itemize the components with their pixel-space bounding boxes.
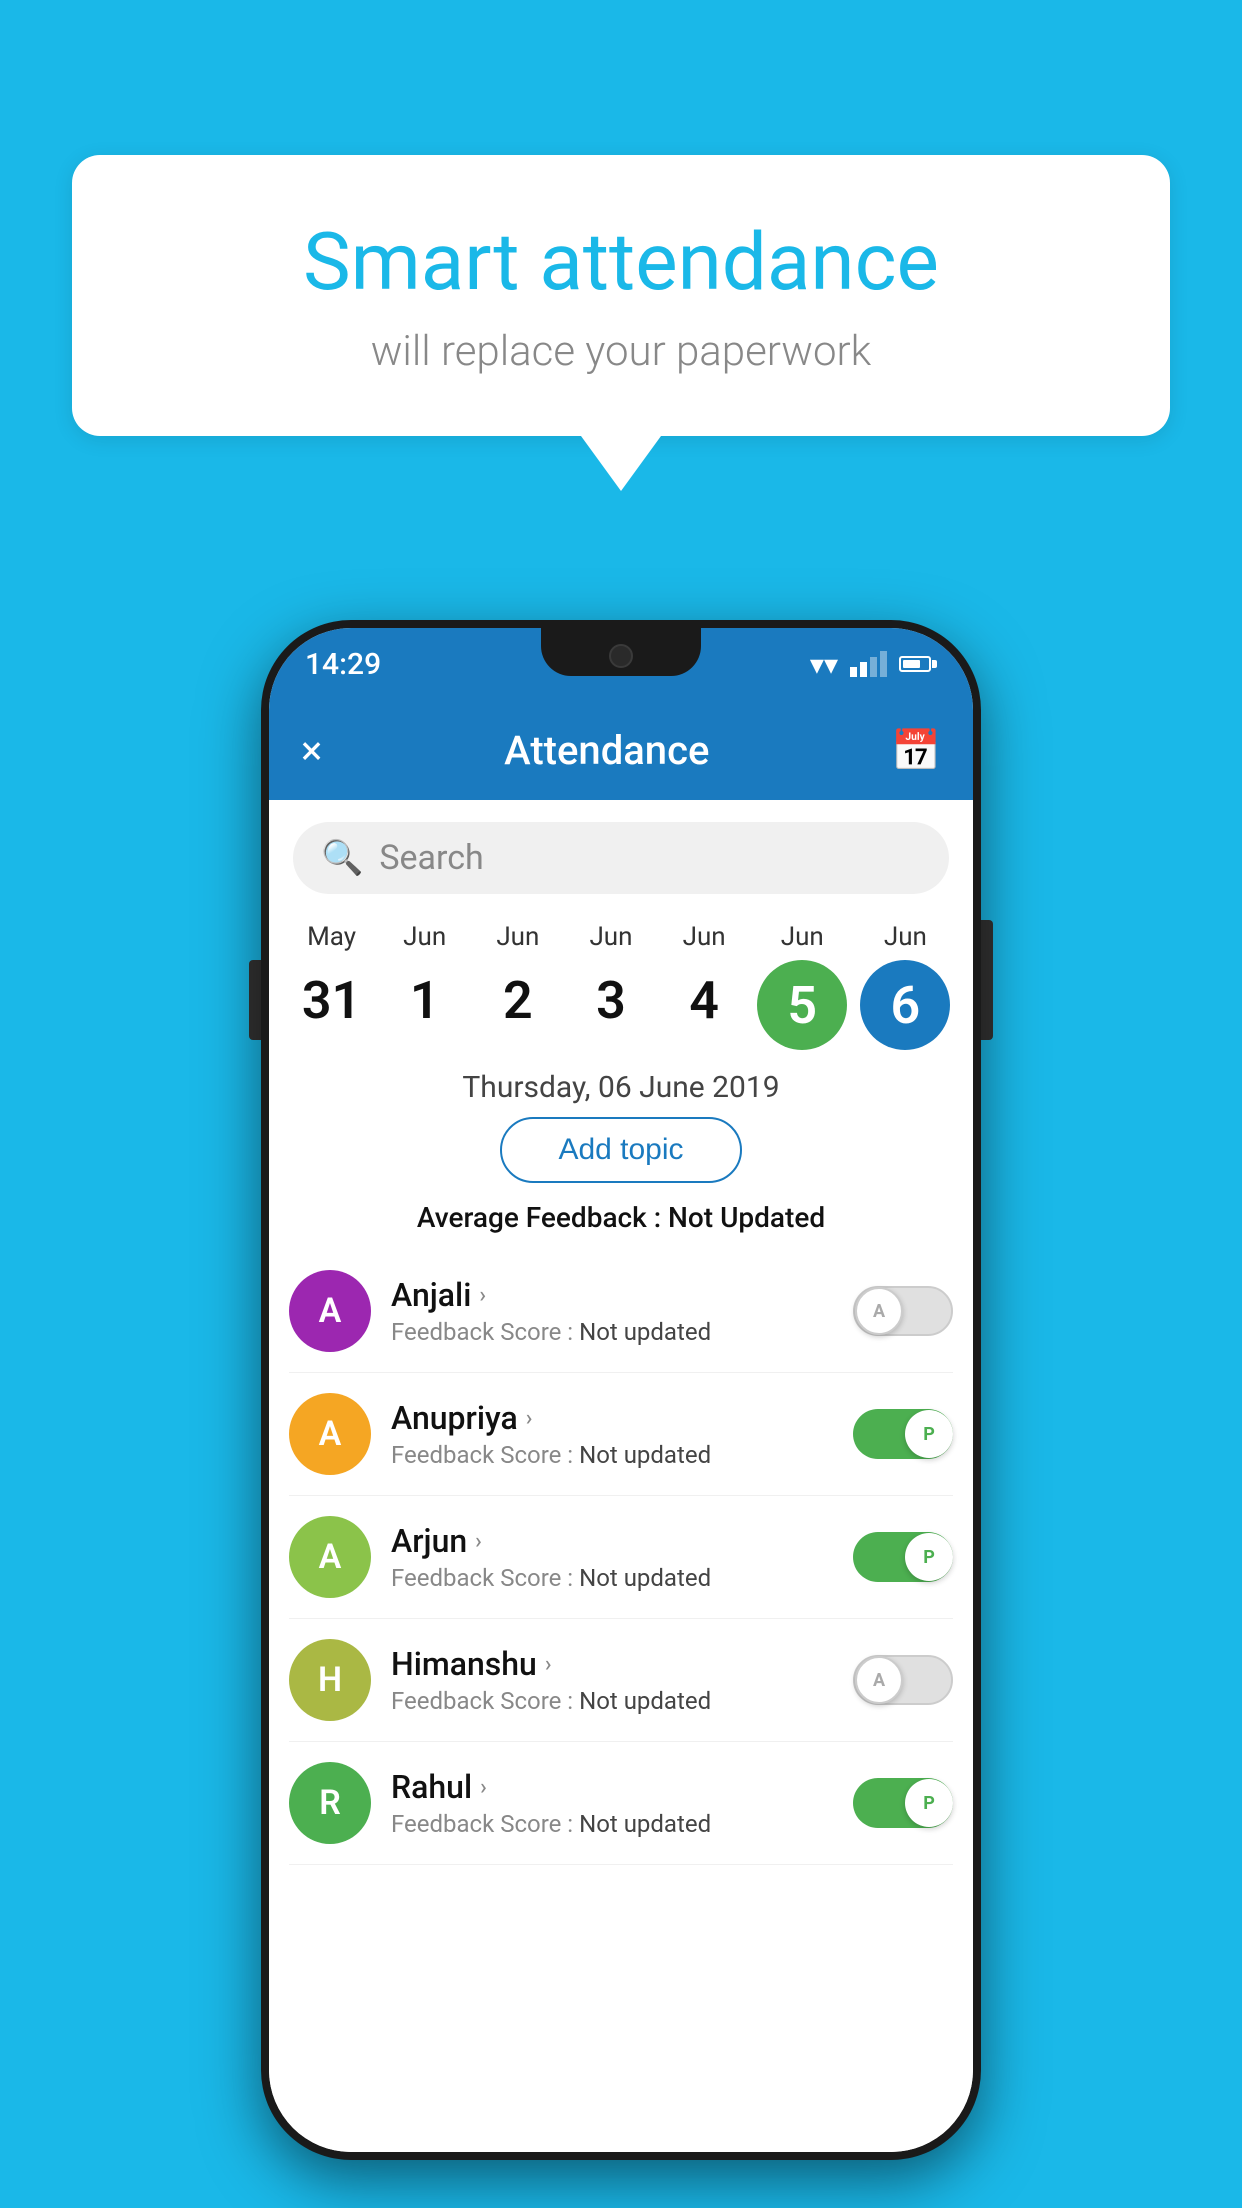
student-name: Anjali › — [391, 1276, 853, 1314]
calendar-icon[interactable]: 📅 — [891, 727, 941, 774]
student-feedback: Feedback Score : Not updated — [391, 1810, 853, 1838]
status-bar: 14:29 ▾▾ — [269, 628, 973, 700]
toggle-knob: P — [905, 1779, 953, 1827]
attendance-toggle[interactable]: A — [853, 1286, 953, 1336]
phone-container: 14:29 ▾▾ — [261, 620, 981, 2160]
student-item[interactable]: AAnjali ›Feedback Score : Not updatedA — [289, 1250, 953, 1373]
chevron-right-icon: › — [475, 1529, 482, 1554]
calendar-date-number: 31 — [292, 960, 372, 1040]
calendar-date-number: 6 — [860, 960, 950, 1050]
signal-icon — [850, 651, 887, 677]
calendar-month-label: Jun — [884, 922, 927, 952]
student-item[interactable]: R Rahul › Feedback Score : Not updated P — [289, 1742, 953, 1865]
speech-bubble-title: Smart attendance — [152, 215, 1090, 309]
calendar-day[interactable]: Jun 4 — [664, 922, 744, 1050]
add-topic-button[interactable]: Add topic — [500, 1117, 741, 1183]
calendar-month-label: Jun — [781, 922, 824, 952]
calendar-day[interactable]: Jun 2 — [478, 922, 558, 1050]
student-feedback: Feedback Score : Not updated — [391, 1318, 853, 1346]
student-info: Arjun › Feedback Score : Not updated — [391, 1522, 853, 1592]
notch — [541, 628, 701, 676]
student-name: Arjun › — [391, 1522, 853, 1560]
calendar-date-number: 5 — [757, 960, 847, 1050]
search-placeholder: Search — [379, 838, 483, 878]
app-bar-title: Attendance — [504, 727, 709, 774]
calendar-month-label: Jun — [403, 922, 446, 952]
phone-side-btn-left — [249, 960, 261, 1040]
app-content: 🔍 Search May 31 Jun 1 Jun 2 Jun 3 Jun 4 Jun 5 Jun 6 T… — [269, 800, 973, 2152]
student-feedback: Feedback Score : Not updated — [391, 1564, 853, 1592]
calendar-day[interactable]: Jun 3 — [571, 922, 651, 1050]
chevron-right-icon: › — [545, 1652, 552, 1677]
avg-feedback-label: Average Feedback : — [417, 1201, 661, 1234]
student-info: Himanshu › Feedback Score : Not updated — [391, 1645, 853, 1715]
notch-camera — [609, 644, 633, 668]
chevron-right-icon: › — [479, 1283, 486, 1308]
date-heading: Thursday, 06 June 2019 — [269, 1070, 973, 1105]
status-time: 14:29 — [305, 647, 381, 682]
toggle-knob: P — [905, 1533, 953, 1581]
calendar-day[interactable]: Jun 6 — [860, 922, 950, 1050]
battery-icon — [899, 656, 937, 672]
student-info: Anupriya › Feedback Score : Not updated — [391, 1399, 853, 1469]
phone-side-btn-right — [981, 920, 993, 1040]
speech-bubble-container: Smart attendance will replace your paper… — [72, 155, 1170, 491]
calendar-day[interactable]: Jun 1 — [385, 922, 465, 1050]
calendar-date-number: 1 — [385, 960, 465, 1040]
calendar-month-label: May — [307, 922, 356, 952]
toggle-knob: A — [855, 1287, 903, 1335]
calendar-date-number: 2 — [478, 960, 558, 1040]
phone-outer: 14:29 ▾▾ — [261, 620, 981, 2160]
calendar-day[interactable]: Jun 5 — [757, 922, 847, 1050]
calendar-date-number: 3 — [571, 960, 651, 1040]
student-item[interactable]: A Arjun › Feedback Score : Not updated P — [289, 1496, 953, 1619]
speech-bubble-arrow — [581, 436, 661, 491]
average-feedback: Average Feedback : Not Updated — [269, 1201, 973, 1234]
chevron-right-icon: › — [480, 1775, 487, 1800]
student-name: Rahul › — [391, 1768, 853, 1806]
student-feedback: Feedback Score : Not updated — [391, 1687, 853, 1715]
avatar: H — [289, 1639, 371, 1721]
phone-inner: 14:29 ▾▾ — [269, 628, 973, 2152]
calendar-day[interactable]: May 31 — [292, 922, 372, 1050]
wifi-icon: ▾▾ — [810, 648, 838, 681]
calendar-month-label: Jun — [496, 922, 539, 952]
attendance-toggle[interactable]: P — [853, 1409, 953, 1459]
close-icon[interactable]: × — [301, 727, 322, 774]
chevron-right-icon: › — [526, 1406, 533, 1431]
student-item[interactable]: H Himanshu › Feedback Score : Not updatedA — [289, 1619, 953, 1742]
avatar: R — [289, 1762, 371, 1844]
status-icons: ▾▾ — [810, 648, 937, 681]
speech-bubble: Smart attendance will replace your paper… — [72, 155, 1170, 436]
search-bar[interactable]: 🔍 Search — [293, 822, 949, 894]
calendar-row: May 31 Jun 1 Jun 2 Jun 3 Jun 4 Jun 5 Jun 6 — [269, 910, 973, 1054]
calendar-month-label: Jun — [589, 922, 632, 952]
avatar: A — [289, 1516, 371, 1598]
attendance-toggle[interactable]: P — [853, 1778, 953, 1828]
student-info: Anjali › Feedback Score : Not updated — [391, 1276, 853, 1346]
avatar: A — [289, 1393, 371, 1475]
calendar-month-label: Jun — [683, 922, 726, 952]
calendar-date-number: 4 — [664, 960, 744, 1040]
app-bar: × Attendance 📅 — [269, 700, 973, 800]
student-feedback: Feedback Score : Not updated — [391, 1441, 853, 1469]
avatar: A — [289, 1270, 371, 1352]
student-info: Rahul › Feedback Score : Not updated — [391, 1768, 853, 1838]
student-item[interactable]: A Anupriya › Feedback Score : Not updated P — [289, 1373, 953, 1496]
student-name: Himanshu › — [391, 1645, 853, 1683]
search-icon: 🔍 — [321, 838, 363, 878]
student-name: Anupriya › — [391, 1399, 853, 1437]
toggle-knob: P — [905, 1410, 953, 1458]
avg-feedback-value: Not Updated — [668, 1201, 825, 1234]
attendance-toggle[interactable]: P — [853, 1532, 953, 1582]
toggle-knob: A — [855, 1656, 903, 1704]
attendance-toggle[interactable]: A — [853, 1655, 953, 1705]
speech-bubble-subtitle: will replace your paperwork — [152, 327, 1090, 376]
student-list: AAnjali ›Feedback Score : Not updatedAAA… — [269, 1250, 973, 1865]
